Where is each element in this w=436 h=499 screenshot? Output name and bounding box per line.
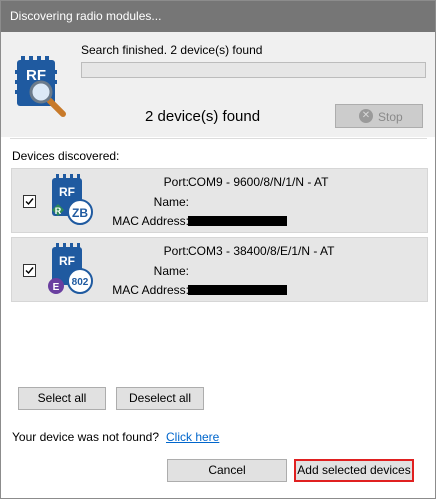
device-card[interactable]: RF R ZB Port: COM9 - 9600/8/N/1/N - AT N…: [11, 168, 428, 233]
cancel-button[interactable]: Cancel: [167, 459, 287, 482]
close-circle-icon: ✕: [359, 109, 373, 123]
discovery-dialog: Discovering radio modules... RF Search f…: [0, 0, 436, 499]
port-value: COM9 - 9600/8/N/1/N - AT: [188, 175, 329, 189]
select-all-button[interactable]: Select all: [18, 387, 106, 410]
mac-address-redacted: [188, 216, 287, 226]
search-progress-bar: [81, 62, 426, 78]
add-selected-devices-button[interactable]: Add selected devices: [294, 459, 414, 482]
search-status-text: Search finished. 2 device(s) found: [81, 43, 263, 57]
name-label: Name:: [153, 264, 189, 278]
port-label: Port:: [163, 175, 189, 189]
port-label: Port:: [163, 244, 189, 258]
device-not-found-text: Your device was not found?: [12, 430, 159, 444]
name-label: Name:: [153, 195, 189, 209]
stop-button[interactable]: ✕ Stop: [335, 104, 423, 128]
mac-address-label: MAC Address:: [112, 214, 189, 228]
window-title: Discovering radio modules...: [10, 9, 162, 23]
device-card[interactable]: RF E 802 Port: COM3 - 38400/8/E/1/N - AT…: [11, 237, 428, 302]
rf-search-icon: RF: [15, 56, 66, 117]
divider: [10, 138, 427, 139]
deselect-all-button[interactable]: Deselect all: [116, 387, 204, 410]
devices-discovered-label: Devices discovered:: [12, 149, 120, 163]
title-bar[interactable]: Discovering radio modules...: [1, 1, 435, 32]
stop-button-label: Stop: [378, 110, 403, 124]
click-here-link[interactable]: Click here: [166, 430, 219, 444]
port-value: COM3 - 38400/8/E/1/N - AT: [188, 244, 335, 258]
mac-address-redacted: [188, 285, 287, 295]
mac-address-label: MAC Address:: [112, 283, 189, 297]
devices-found-count: 2 device(s) found: [145, 108, 261, 125]
